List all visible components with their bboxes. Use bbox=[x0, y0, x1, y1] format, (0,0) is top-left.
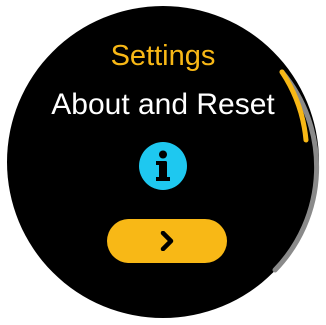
info-icon bbox=[139, 142, 187, 190]
screen-subtitle: About and Reset bbox=[51, 88, 275, 121]
chevron-right-icon bbox=[160, 231, 174, 251]
screen-title: Settings bbox=[110, 40, 216, 72]
watch-screen: Settings About and Reset bbox=[7, 6, 319, 318]
next-button[interactable] bbox=[107, 219, 227, 263]
